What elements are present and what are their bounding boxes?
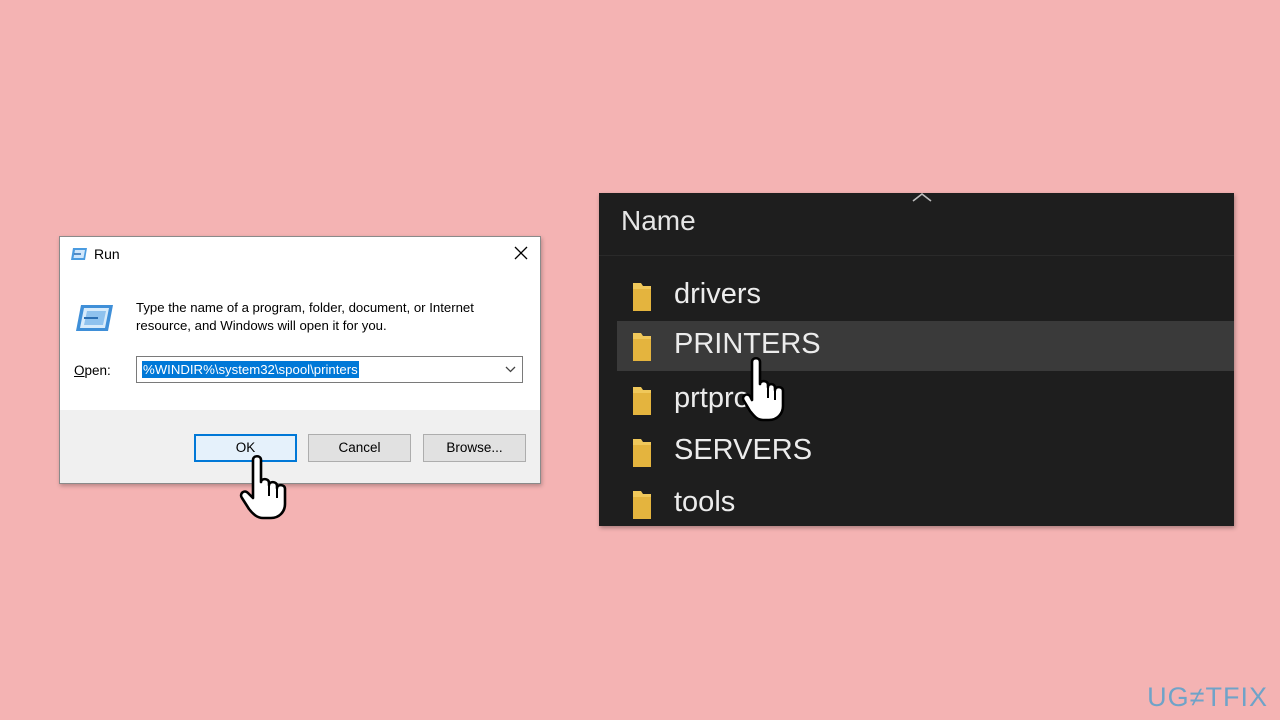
run-description: Type the name of a program, folder, docu…	[136, 300, 474, 333]
open-label-text: pen:	[84, 363, 111, 378]
screenshot-stage: Run Type the name of a program, folder, …	[0, 0, 1280, 720]
header-divider	[599, 255, 1234, 256]
close-icon[interactable]	[512, 244, 530, 262]
folder-icon	[633, 491, 651, 519]
hand-pointer-icon	[742, 356, 785, 422]
folder-icon	[633, 439, 651, 467]
cancel-button[interactable]: Cancel	[308, 434, 411, 462]
run-dialog-title: Run	[94, 246, 120, 262]
folder-icon	[633, 283, 651, 311]
chevron-down-icon[interactable]	[505, 366, 516, 373]
file-list-item-selected[interactable]: PRINTERS	[617, 321, 1234, 371]
file-list-item-label: drivers	[674, 278, 762, 310]
open-combobox[interactable]: %WINDIR%\system32\spool\printers	[136, 356, 523, 383]
file-explorer-panel: Name drivers PRINTERS prtprocs SERVERS t…	[599, 193, 1234, 526]
name-column-header[interactable]: Name	[621, 205, 696, 237]
file-list-item-label: SERVERS	[674, 434, 813, 466]
folder-icon	[633, 333, 651, 361]
run-app-icon	[71, 248, 87, 260]
browse-button[interactable]: Browse...	[423, 434, 526, 462]
file-list-item[interactable]: drivers	[617, 271, 1234, 321]
file-list-item[interactable]: prtprocs	[617, 375, 1234, 425]
run-titlebar: Run	[60, 237, 540, 273]
folder-icon	[633, 387, 651, 415]
open-input-value[interactable]: %WINDIR%\system32\spool\printers	[142, 361, 359, 378]
file-list-item-label: tools	[674, 486, 736, 518]
sort-chevron-icon[interactable]	[911, 193, 933, 203]
file-list-item[interactable]: SERVERS	[617, 427, 1234, 477]
hand-pointer-icon	[239, 454, 287, 520]
ugetfix-watermark: UG≠TFIX	[1147, 682, 1268, 712]
file-list-item[interactable]: tools	[617, 479, 1234, 526]
run-program-icon	[76, 305, 113, 331]
open-label: Open:	[74, 363, 111, 378]
open-label-hotkey: O	[74, 363, 85, 378]
run-dialog: Run Type the name of a program, folder, …	[59, 236, 541, 484]
